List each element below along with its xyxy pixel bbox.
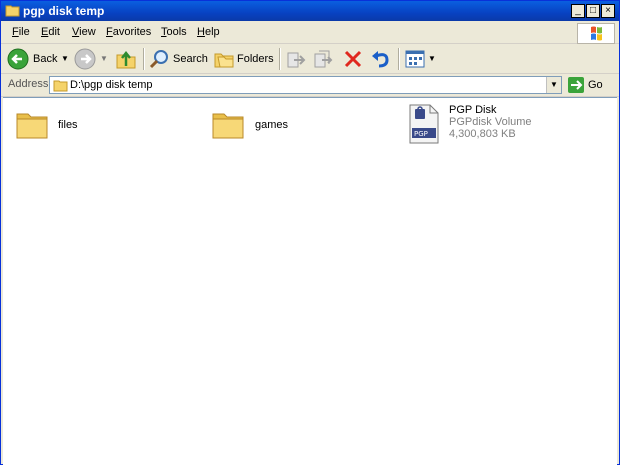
item-name: games — [255, 119, 289, 131]
list-item-folder-games[interactable]: games — [211, 108, 391, 148]
file-list-pane[interactable]: files games PGP PGP Disk PGPdisk Volume … — [3, 97, 617, 465]
menu-help[interactable]: Help — [197, 26, 220, 38]
forward-button[interactable]: ▼ — [74, 47, 108, 71]
move-to-button[interactable] — [285, 47, 307, 71]
toolbar-separator — [398, 48, 400, 70]
window-title: pgp disk temp — [23, 4, 105, 18]
folder-icon — [16, 113, 48, 139]
undo-icon — [372, 51, 389, 68]
views-dropdown-icon[interactable]: ▼ — [428, 54, 436, 63]
folders-label: Folders — [237, 53, 274, 65]
back-button[interactable]: Back ▼ — [7, 47, 71, 71]
toolbar-separator — [143, 48, 145, 70]
menu-edit[interactable]: Edit — [41, 26, 60, 38]
search-label: Search — [173, 53, 208, 65]
address-bar: Address D:\pgp disk temp ▼ Go — [1, 74, 619, 97]
views-icon — [405, 50, 425, 68]
address-dropdown-button[interactable]: ▼ — [546, 77, 561, 93]
forward-dropdown-icon[interactable]: ▼ — [100, 54, 108, 63]
go-arrow-icon — [568, 77, 584, 93]
standard-toolbar: Back ▼ ▼ Search Folders ▼ — [1, 44, 619, 74]
menu-file[interactable]: File — [12, 26, 30, 38]
copy-to-button[interactable] — [312, 47, 334, 71]
back-arrow-icon — [7, 48, 29, 70]
menu-tools[interactable]: Tools — [161, 26, 187, 38]
up-folder-button[interactable] — [115, 47, 139, 71]
menu-view[interactable]: View — [72, 26, 96, 38]
back-dropdown-icon[interactable]: ▼ — [61, 54, 69, 63]
forward-arrow-icon — [74, 48, 96, 70]
folders-button[interactable]: Folders — [213, 47, 274, 71]
back-label: Back — [33, 53, 58, 65]
folder-icon — [212, 113, 244, 139]
item-name: files — [58, 119, 78, 131]
item-size: 4,300,803 KB — [449, 128, 516, 140]
menu-favorites[interactable]: Favorites — [106, 26, 151, 38]
go-button[interactable]: Go — [568, 76, 612, 94]
toolbar-separator — [279, 48, 281, 70]
address-input[interactable]: D:\pgp disk temp ▼ — [49, 76, 562, 94]
list-item-folder-files[interactable]: files — [15, 108, 195, 148]
folder-icon — [53, 80, 68, 92]
minimize-button[interactable]: _ — [571, 4, 585, 18]
delete-x-icon — [344, 50, 362, 68]
views-button[interactable]: ▼ — [404, 47, 436, 71]
move-to-icon — [287, 52, 306, 68]
menu-bar: File Edit View Favorites Tools Help — [1, 22, 619, 44]
folder-icon — [5, 5, 20, 17]
folders-icon — [214, 53, 234, 68]
windows-logo — [577, 23, 615, 44]
undo-button[interactable] — [370, 47, 392, 71]
delete-button[interactable] — [342, 47, 364, 71]
close-button[interactable]: × — [601, 4, 615, 18]
search-button[interactable]: Search — [148, 47, 208, 71]
address-label: Address — [8, 78, 49, 90]
windows-flag-icon — [591, 26, 602, 41]
item-type: PGPdisk Volume — [449, 116, 532, 128]
go-label: Go — [588, 79, 603, 91]
search-icon — [149, 50, 168, 69]
copy-to-icon — [314, 50, 333, 68]
explorer-window: pgp disk temp _ □ × File Edit View Favor… — [0, 0, 620, 465]
maximize-button[interactable]: □ — [586, 4, 600, 18]
title-bar[interactable]: pgp disk temp _ □ × — [1, 1, 619, 21]
address-value: D:\pgp disk temp — [70, 79, 153, 91]
pgp-disk-volume-icon: PGP — [409, 104, 439, 144]
up-folder-icon — [116, 50, 136, 69]
svg-text:PGP: PGP — [414, 130, 428, 138]
list-item-pgp-disk[interactable]: PGP PGP Disk PGPdisk Volume 4,300,803 KB — [407, 104, 607, 148]
item-name: PGP Disk — [449, 104, 497, 116]
